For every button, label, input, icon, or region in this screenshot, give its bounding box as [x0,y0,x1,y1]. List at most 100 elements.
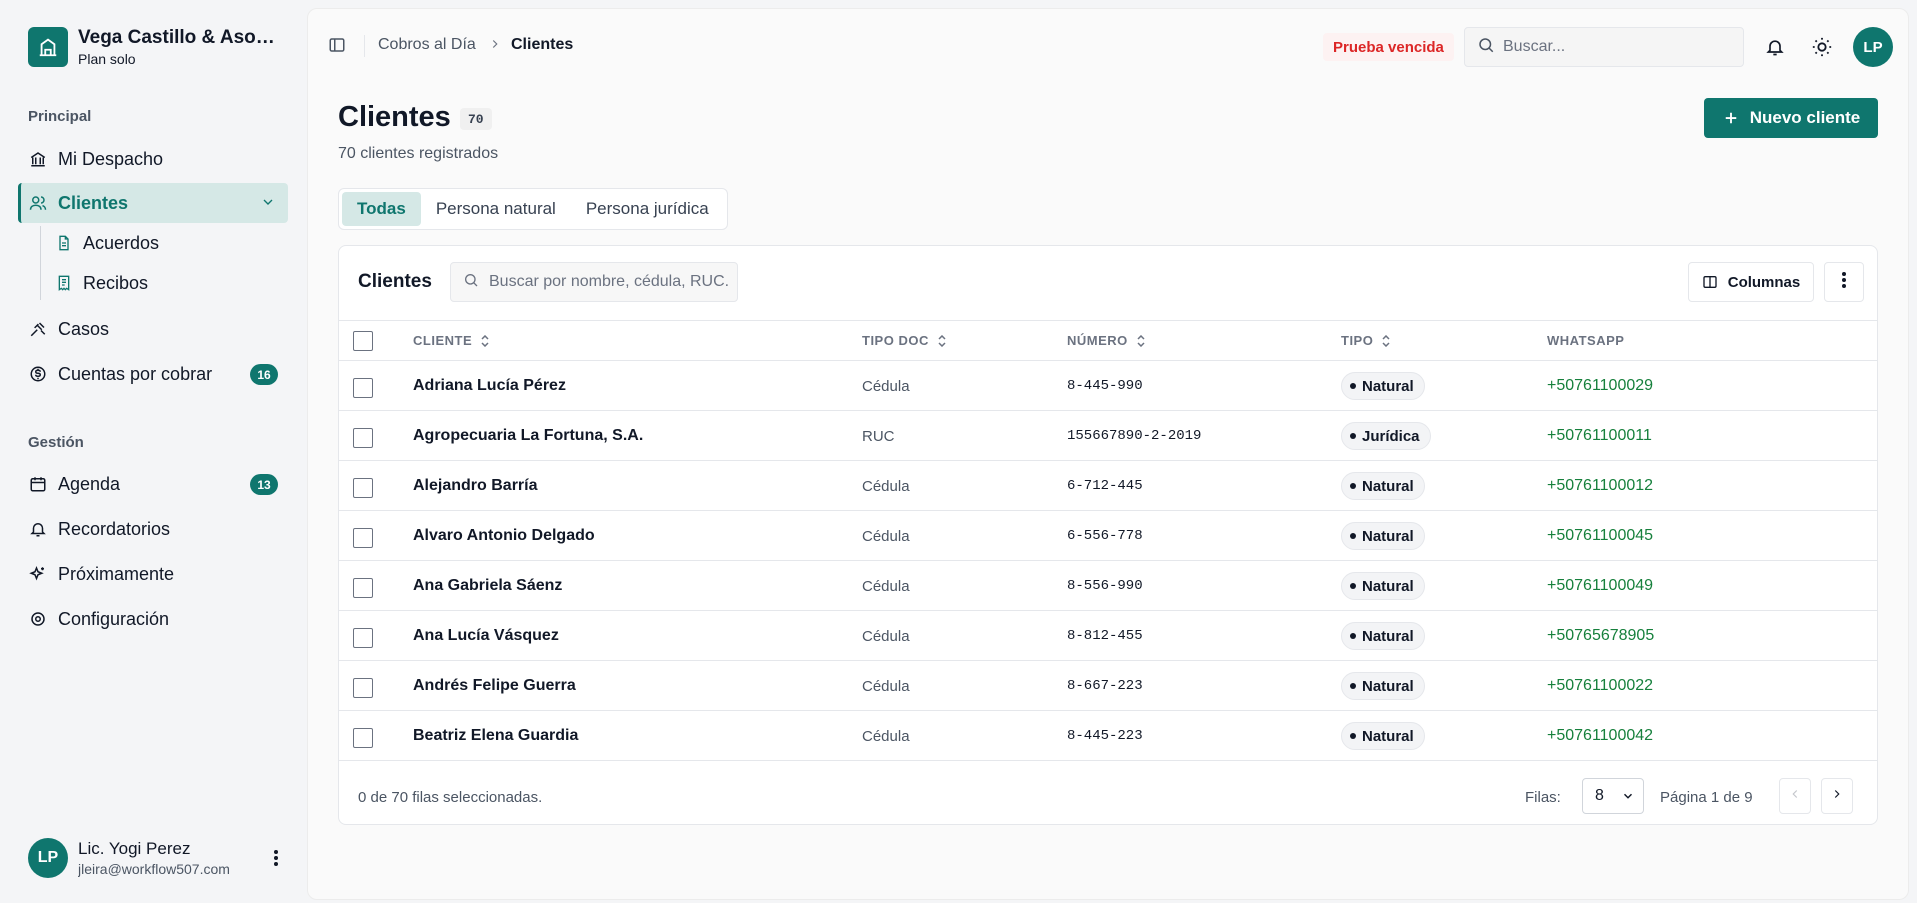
whatsapp-link[interactable]: +50761100029 [1547,377,1653,395]
table-row[interactable]: Ana Gabriela Sáenz Cédula 8-556-990 Natural… [339,561,1877,611]
next-page-button[interactable] [1821,778,1853,814]
row-checkbox[interactable] [353,728,373,748]
dot-icon [1350,533,1356,539]
sidebar-item-agenda[interactable]: Agenda 13 [18,464,288,504]
table-row[interactable]: Alejandro Barría Cédula 6-712-445 Natural +5… [339,461,1877,511]
column-header-tipo[interactable]: TIPO [1341,333,1391,348]
search-input[interactable] [1503,38,1733,56]
client-name[interactable]: Alejandro Barría [413,477,537,495]
sidebar-item-mi-despacho[interactable]: Mi Despacho [18,139,288,179]
doc-type: Cédula [862,378,910,395]
prev-page-button[interactable] [1779,778,1811,814]
sidebar-item-label: Agenda [58,473,121,494]
row-checkbox[interactable] [353,428,373,448]
column-header-cliente[interactable]: CLIENTE [413,333,490,348]
whatsapp-link[interactable]: +50761100011 [1547,427,1652,445]
sidebar-subitem-label: Acuerdos [83,232,160,253]
table-search-input[interactable] [489,273,729,291]
row-checkbox[interactable] [353,628,373,648]
brand[interactable]: Vega Castillo & Asociados Plan solo [28,27,278,67]
dot-icon [1350,633,1356,639]
search-icon [1477,36,1495,59]
client-name[interactable]: Ana Gabriela Sáenz [413,577,562,595]
global-search[interactable] [1464,27,1744,67]
breadcrumb-parent[interactable]: Cobros al Día [378,36,476,54]
type-label: Natural [1362,527,1414,545]
tab-persona-natural[interactable]: Persona natural [421,192,571,226]
doc-number: 8-556-990 [1067,578,1143,594]
plus-icon [1722,109,1740,127]
sidebar: Vega Castillo & Asociados Plan solo Prin… [0,0,306,903]
column-header-label: NÚMERO [1067,333,1128,348]
doc-number: 8-812-455 [1067,628,1143,644]
sidebar-item-cuentas[interactable]: Cuentas por cobrar 16 [18,354,288,394]
sparkles-icon [28,564,48,584]
doc-type: Cédula [862,628,910,645]
column-header-tipo-doc[interactable]: TIPO DOC [862,333,947,348]
client-name[interactable]: Adriana Lucía Pérez [413,377,566,395]
bell-icon[interactable] [1764,36,1786,58]
select-all-checkbox[interactable] [353,331,373,351]
sidebar-item-clientes[interactable]: Clientes [18,183,288,223]
search-icon [463,272,479,293]
whatsapp-link[interactable]: +50761100022 [1547,677,1653,695]
table-row[interactable]: Agropecuaria La Fortuna, S.A. RUC 15566789… [339,411,1877,461]
avatar[interactable]: LP [1853,27,1893,67]
whatsapp-link[interactable]: +50761100012 [1547,477,1653,495]
sun-icon[interactable] [1811,36,1833,58]
sort-icon [480,334,490,347]
client-name[interactable]: Alvaro Antonio Delgado [413,527,595,545]
row-checkbox[interactable] [353,528,373,548]
rows-per-page-select[interactable]: 8 [1582,778,1644,814]
count-badge: 70 [460,108,492,130]
sidebar-toggle-icon[interactable] [328,36,348,56]
bell-icon [28,519,48,539]
doc-type: Cédula [862,678,910,695]
submenu-line [40,226,41,300]
tab-persona-juridica[interactable]: Persona jurídica [571,192,724,226]
whatsapp-link[interactable]: +50761100049 [1547,577,1653,595]
table-row[interactable]: Alvaro Antonio Delgado Cédula 6-556-778 Nat… [339,511,1877,561]
columns-button[interactable]: Columnas [1688,262,1814,302]
row-checkbox[interactable] [353,578,373,598]
new-client-button[interactable]: Nuevo cliente [1704,98,1878,138]
whatsapp-link[interactable]: +50765678905 [1547,627,1654,645]
bank-icon [28,149,48,169]
client-name[interactable]: Beatriz Elena Guardia [413,727,578,745]
user-profile[interactable]: LP Lic. Yogi Perez jleira@workflow507.co… [28,838,286,878]
type-badge: Natural [1341,672,1425,700]
row-checkbox[interactable] [353,378,373,398]
whatsapp-link[interactable]: +50761100045 [1547,527,1653,545]
table-search[interactable] [450,262,738,302]
sidebar-item-recordatorios[interactable]: Recordatorios [18,509,288,549]
sidebar-subitem-label: Recibos [83,272,149,293]
sidebar-item-label: Configuración [58,608,170,629]
sort-icon [1136,334,1146,347]
page-subtitle: 70 clientes registrados [338,145,499,162]
document-icon [55,234,73,252]
column-header-label: WHATSAPP [1547,333,1625,348]
whatsapp-link[interactable]: +50761100042 [1547,727,1653,745]
sidebar-subitem-recibos[interactable]: Recibos [55,266,148,300]
sidebar-subitem-acuerdos[interactable]: Acuerdos [55,226,159,260]
main-content: Cobros al Día Clientes Prueba vencida LP… [307,8,1909,900]
sidebar-item-proximamente[interactable]: Próximamente [18,554,288,594]
brand-plan: Plan solo [78,51,136,67]
row-checkbox[interactable] [353,678,373,698]
client-name[interactable]: Ana Lucía Vásquez [413,627,559,645]
column-header-numero[interactable]: NÚMERO [1067,333,1146,348]
trial-badge[interactable]: Prueba vencida [1323,33,1454,61]
table-row[interactable]: Ana Lucía Vásquez Cédula 8-812-455 Natural +… [339,611,1877,661]
tab-todas[interactable]: Todas [342,192,421,226]
table-row[interactable]: Adriana Lucía Pérez Cédula 8-445-990 Natura… [339,361,1877,411]
table-row[interactable]: Beatriz Elena Guardia Cédula 8-445-223 Natu… [339,711,1877,761]
sidebar-item-casos[interactable]: Casos [18,309,288,349]
table-row[interactable]: Andrés Felipe Guerra Cédula 8-667-223 Natur… [339,661,1877,711]
client-name[interactable]: Agropecuaria La Fortuna, S.A. [413,427,643,445]
more-options-button[interactable] [1824,262,1864,302]
client-name[interactable]: Andrés Felipe Guerra [413,677,576,695]
chevron-down-icon[interactable] [260,194,276,215]
sidebar-item-configuracion[interactable]: Configuración [18,599,288,639]
more-vertical-icon[interactable] [266,848,286,868]
row-checkbox[interactable] [353,478,373,498]
